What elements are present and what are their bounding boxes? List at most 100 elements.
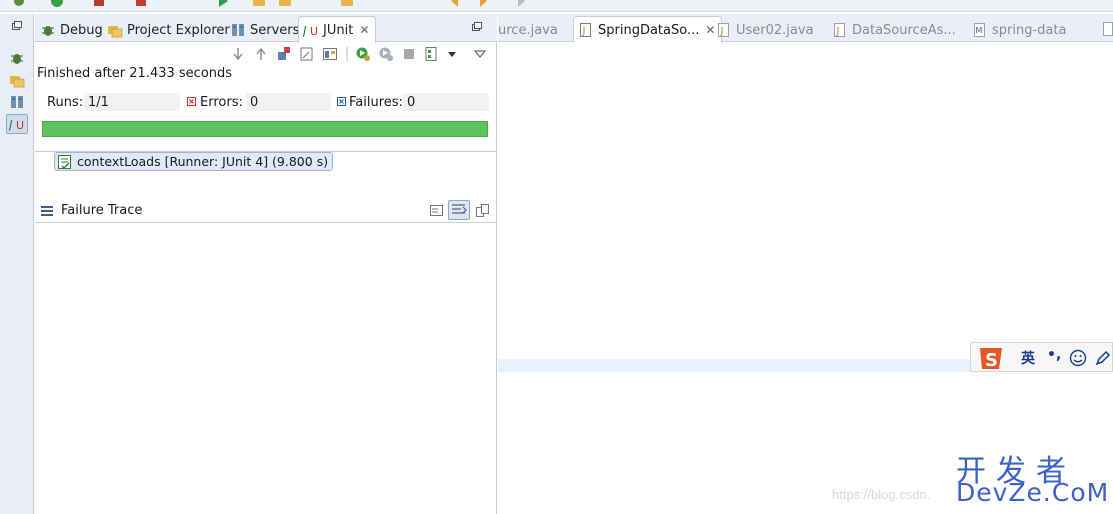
trim-project-explorer-button[interactable]	[6, 70, 28, 90]
bug-icon	[9, 50, 25, 66]
editor-tab-spring-data[interactable]: M spring-data	[972, 20, 1066, 40]
layout-button[interactable]	[322, 46, 338, 62]
runs-label: Runs:	[47, 95, 84, 110]
failures-value-box	[403, 93, 489, 111]
failure-trace-header: Failure Trace	[35, 200, 497, 223]
svg-text:U: U	[16, 119, 24, 132]
svg-text:M: M	[976, 26, 983, 35]
svg-text:U: U	[310, 25, 318, 38]
show-failures-only-button[interactable]	[276, 46, 292, 62]
editor-tab-datasourceas[interactable]: J DataSourceAs...	[832, 20, 956, 40]
editor-area[interactable]	[498, 43, 1113, 514]
scroll-lock-button[interactable]	[299, 46, 315, 62]
restore-button[interactable]	[6, 16, 28, 36]
copy-trace-button[interactable]	[475, 203, 491, 219]
more-tabs-icon[interactable]	[1103, 22, 1113, 36]
junit-icon: JU	[303, 22, 319, 38]
trim-junit-button[interactable]: JU	[6, 114, 28, 134]
close-icon[interactable]: ✕	[359, 23, 369, 37]
package-icon[interactable]	[340, 0, 354, 8]
test-tree-item[interactable]: contextLoads [Runner: JUnit 4] (9.800 s)	[54, 152, 334, 171]
svg-text:J: J	[303, 24, 307, 38]
terminate-icon[interactable]	[134, 0, 148, 8]
tab-label: JUnit	[323, 22, 354, 38]
stop-junit-button[interactable]	[401, 46, 417, 62]
svg-text:J: J	[582, 26, 586, 37]
emoji-icon[interactable]	[1069, 349, 1087, 367]
stop-icon[interactable]	[92, 0, 106, 8]
previous-failure-button[interactable]	[253, 46, 269, 62]
failure-trace-title: Failure Trace	[61, 203, 143, 218]
ime-toolbar: S 英 •,	[970, 342, 1113, 372]
tab-label: Debug	[60, 22, 103, 38]
junit-view: Debug Project Explorer Servers JU JUnit …	[35, 14, 497, 514]
errors-value: 0	[250, 95, 259, 110]
error-icon	[187, 97, 196, 106]
run-status-text: Finished after 21.433 seconds	[37, 66, 233, 81]
back-arrow-icon[interactable]	[450, 0, 464, 8]
next-failure-button[interactable]	[230, 46, 246, 62]
failures-label: Failures:	[349, 95, 403, 110]
test-progress-bar	[42, 121, 488, 137]
junit-toolbar	[230, 44, 488, 64]
servers-icon	[230, 22, 246, 38]
rerun-failed-first-button[interactable]	[378, 46, 394, 62]
rerun-test-button[interactable]	[355, 46, 371, 62]
test-run-history-button[interactable]	[424, 46, 440, 62]
pen-icon[interactable]	[1094, 349, 1112, 367]
trim-servers-button[interactable]	[6, 92, 28, 112]
open-folder-icon-2[interactable]	[278, 0, 292, 8]
history-dropdown-icon[interactable]	[447, 46, 457, 62]
run-icon[interactable]	[50, 0, 64, 8]
runs-value: 1/1	[88, 95, 109, 110]
folder-icon	[9, 72, 25, 88]
java-file-icon: J	[716, 22, 732, 38]
failure-icon	[337, 97, 346, 106]
open-folder-icon[interactable]	[252, 0, 266, 8]
tab-servers[interactable]: Servers	[230, 18, 299, 42]
view-tab-bar: Debug Project Explorer Servers JU JUnit …	[35, 14, 497, 43]
left-trim-stack: JU	[0, 14, 34, 514]
java-file-icon: J	[578, 22, 594, 38]
sogou-logo-icon[interactable]: S	[976, 344, 1006, 372]
java-file-icon: J	[832, 22, 848, 38]
play-icon[interactable]	[216, 0, 230, 8]
junit-icon: JU	[9, 116, 25, 132]
editor-tab-urce-java[interactable]: urce.java	[498, 20, 558, 40]
editor-tab-user02-java[interactable]: J User02.java	[716, 20, 814, 40]
errors-value-box	[246, 93, 331, 111]
test-passed-icon	[57, 154, 73, 170]
errors-label: Errors:	[200, 95, 243, 110]
maximize-icon[interactable]	[471, 21, 483, 33]
watermark-url: https://blog.csdn.	[832, 487, 931, 502]
compare-result-button[interactable]	[429, 203, 445, 219]
ime-punctuation-toggle[interactable]: •,	[1047, 347, 1061, 363]
servers-icon	[9, 94, 25, 110]
editor-tab-bar: urce.java J SpringDataSo... ✕ J User02.j…	[498, 14, 1113, 43]
main-toolbar	[0, 0, 1113, 12]
editor-tab-springdatasource[interactable]: J SpringDataSo... ✕	[573, 16, 723, 43]
filter-stack-trace-button[interactable]	[448, 200, 470, 220]
nav-arrow-icon[interactable]	[512, 0, 526, 8]
view-menu-icon[interactable]	[472, 46, 488, 62]
close-icon[interactable]: ✕	[705, 23, 715, 37]
tab-project-explorer[interactable]: Project Explorer	[107, 18, 230, 42]
debug-icon[interactable]	[12, 0, 26, 8]
tab-label: spring-data	[992, 22, 1067, 38]
watermark-en: DevZe.CoM	[956, 478, 1110, 507]
run-counters: Runs: 1/1 Errors: 0 Failures: 0	[41, 93, 489, 111]
tab-junit[interactable]: JU JUnit ✕	[298, 16, 377, 43]
tab-label: Servers	[250, 22, 300, 38]
forward-arrow-icon[interactable]	[474, 0, 488, 8]
folder-icon	[107, 22, 123, 38]
tab-debug[interactable]: Debug	[40, 18, 103, 42]
restore-icon	[11, 20, 23, 32]
tab-label: User02.java	[736, 22, 814, 38]
ime-language-toggle[interactable]: 英	[1021, 348, 1035, 368]
test-item-label: contextLoads [Runner: JUnit 4] (9.800 s)	[77, 154, 329, 169]
svg-text:J: J	[836, 26, 840, 37]
failures-value: 0	[407, 95, 416, 110]
svg-text:S: S	[985, 350, 998, 371]
maven-pom-icon: M	[972, 22, 988, 38]
trim-debug-button[interactable]	[6, 48, 28, 68]
